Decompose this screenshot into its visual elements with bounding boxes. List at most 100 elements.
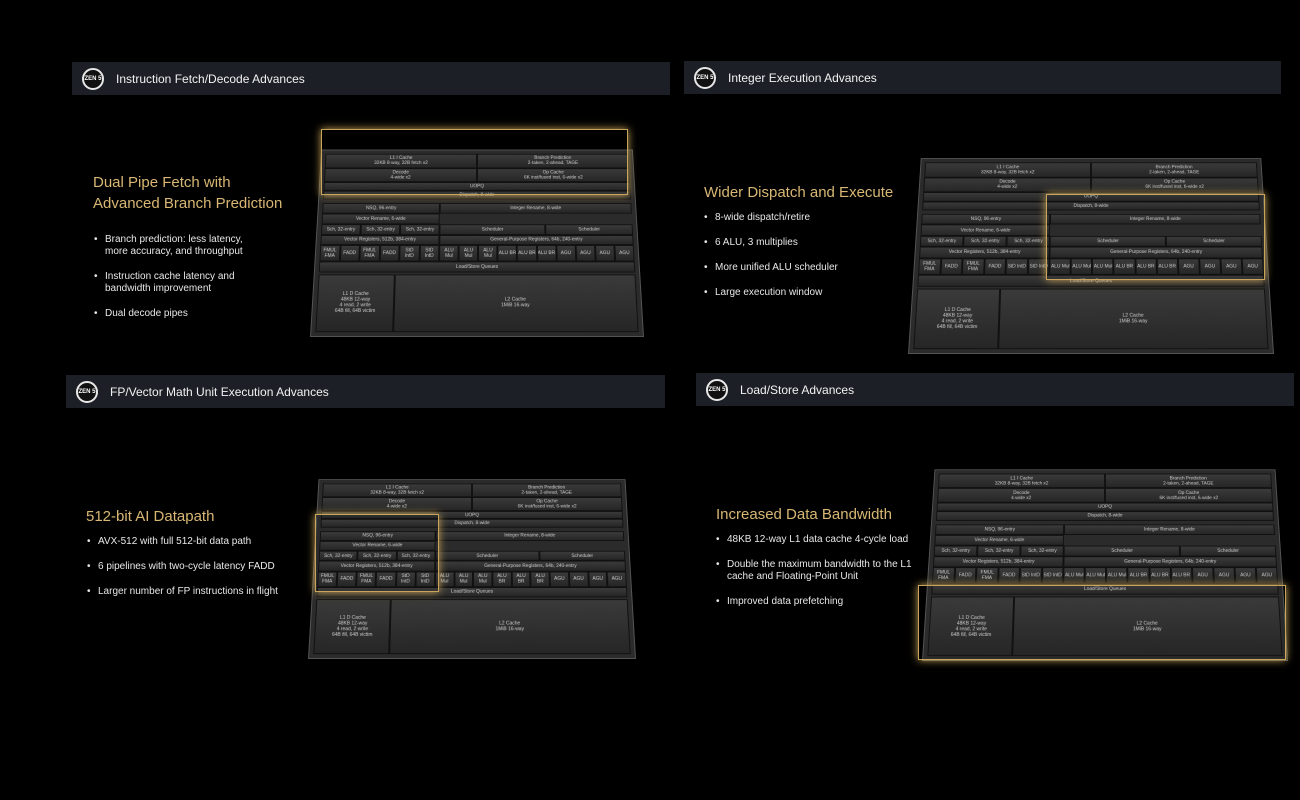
bullet-item: Branch prediction: less latency, more ac… <box>94 234 264 258</box>
block-lsq: Load/Store Queues <box>917 275 1265 287</box>
bullet-item: Improved data prefetching <box>716 596 916 608</box>
block-dispatch: Dispatch, 8-wide <box>935 511 1275 521</box>
fpu-unit: StD IntD <box>1041 567 1064 584</box>
block-dispatch: Dispatch, 8-wide <box>922 201 1260 211</box>
fpu-unit: FADD <box>983 258 1007 276</box>
block-sch2: Sch, 32-entry <box>977 545 1022 557</box>
int-unit: ALU Mul <box>439 245 459 262</box>
panel-title: Integer Execution Advances <box>728 70 877 85</box>
int-unit: ALU BR <box>1113 258 1136 276</box>
block-irename: Integer Rename, 8-wide <box>439 203 632 214</box>
panel-headline: Wider Dispatch and Execute <box>704 182 893 203</box>
block-uopq: UOPQ <box>320 510 624 520</box>
block-sch1: Sch, 32-entry <box>320 224 362 235</box>
fpu-unit: FADD <box>997 567 1021 584</box>
int-unit: ALU Mul <box>434 571 455 587</box>
block-isched2: Scheduler <box>1180 545 1277 557</box>
block-isched1: Scheduler <box>1049 235 1167 247</box>
block-l1d: L1 D Cache 48KB 12-way 4 read, 2 write 6… <box>313 598 392 655</box>
block-irename: Integer Rename, 8-wide <box>1050 213 1261 225</box>
panel-header: ZEN 5 Load/Store Advances <box>696 373 1294 406</box>
headline-line-1: Dual Pipe Fetch with <box>93 174 231 191</box>
panel-header: ZEN 5 Integer Execution Advances <box>684 61 1281 94</box>
int-unit: ALU BR <box>492 571 512 587</box>
fpu-unit: StD IntD <box>1027 258 1050 276</box>
block-vregs: Vector Registers, 512b, 384-entry <box>317 561 436 572</box>
block-sch2: Sch, 32-entry <box>963 235 1008 247</box>
block-lsq: Load/Store Queues <box>931 583 1279 596</box>
bullet-item: Large execution window <box>704 287 904 299</box>
core-diagram: L1 I Cache 32KB 8-way, 32B fetch x2 Branc… <box>922 449 1288 661</box>
bullet-item: Larger number of FP instructions in flig… <box>87 586 307 598</box>
fpu-unit: FMUL FMA <box>961 258 985 276</box>
panel-header: ZEN 5 FP/Vector Math Unit Execution Adva… <box>66 375 665 408</box>
block-bp: Branch Prediction 2-taken, 2-ahead, TAGE <box>472 483 622 498</box>
fpu-unit: StD IntD <box>399 245 420 262</box>
fpu-unit: FADD <box>953 567 977 584</box>
block-sch1: Sch, 32-entry <box>318 550 358 561</box>
headline-line-1: Increased Data Bandwidth <box>716 506 892 523</box>
int-unit: AGU <box>587 571 608 587</box>
core-diagram: L1 I Cache 32KB 8-way, 32B fetch x2 Branc… <box>310 130 644 337</box>
block-sch3: Sch, 32-entry <box>400 224 440 235</box>
int-unit: AGU <box>1191 567 1214 584</box>
int-unit: ALU BR <box>1156 258 1179 276</box>
int-unit: ALU Mul <box>458 245 479 262</box>
core-diagram-body: L1 I Cache 32KB 8-way, 32B fetch x2 Branc… <box>908 158 1274 354</box>
fpu-unit: FMUL FMA <box>317 571 338 587</box>
bullet-item: 8-wide dispatch/retire <box>704 212 904 224</box>
block-decode: Decode 4-wide x2 <box>937 488 1105 503</box>
block-lsq: Load/Store Queues <box>316 586 628 598</box>
int-unit: AGU <box>1241 258 1264 276</box>
block-l2: L2 Cache 1MiB 16-way <box>389 598 631 655</box>
block-uopq: UOPQ <box>323 182 631 192</box>
zen5-logo: ZEN 5 <box>76 380 98 403</box>
fpu-unit: StD IntD <box>395 571 416 587</box>
panel-integer-execution: ZEN 5 Integer Execution Advances Wider D… <box>684 61 1284 371</box>
block-uopq: UOPQ <box>936 502 1274 512</box>
block-sch2: Sch, 32-entry <box>357 550 397 561</box>
core-diagram: L1 I Cache 32KB 8-way, 32B fetch x2 Branc… <box>908 137 1274 354</box>
block-decode: Decode 4-wide x2 <box>923 177 1091 193</box>
block-isched2: Scheduler <box>539 550 626 561</box>
core-diagram: L1 I Cache 32KB 8-way, 32B fetch x2 Branc… <box>308 461 636 659</box>
fpu-unit: FADD <box>336 571 357 587</box>
block-isched1: Scheduler <box>435 550 540 561</box>
block-opcache: Op Cache 6K inst/fused inst, 6-wide x2 <box>472 497 623 511</box>
block-isched2: Scheduler <box>1166 235 1263 247</box>
bullet-item: Instruction cache latency and bandwidth … <box>94 271 264 295</box>
int-unit: ALU Mul <box>1063 567 1086 584</box>
block-dispatch: Dispatch, 8-wide <box>322 191 632 200</box>
block-l1d: L1 D Cache 48KB 12-way 4 read, 2 write 6… <box>927 596 1015 657</box>
panel-headline: 512-bit AI Datapath <box>86 506 214 527</box>
block-vregs: Vector Registers, 512b, 384-entry <box>320 234 440 246</box>
fpu-unit: FMUL FMA <box>918 258 941 276</box>
fpu-unit: StD IntD <box>1019 567 1042 584</box>
bullet-item: 6 pipelines with two-cycle latency FADD <box>87 561 307 573</box>
block-isched1: Scheduler <box>1063 545 1181 557</box>
int-unit: ALU BR <box>1127 567 1150 584</box>
block-vrename: Vector Rename, 6-wide <box>934 534 1065 546</box>
block-sch3: Sch, 32-entry <box>1020 545 1065 557</box>
int-unit: ALU BR <box>1170 567 1193 584</box>
panel-title: FP/Vector Math Unit Execution Advances <box>110 384 329 399</box>
int-unit: ALU BR <box>1149 567 1171 584</box>
block-gprs: General-Purpose Registers, 64b, 240-entr… <box>439 234 634 246</box>
int-unit: ALU Mul <box>478 245 498 262</box>
int-unit: ALU BR <box>536 245 557 262</box>
block-gprs: General-Purpose Registers, 64b, 240-entr… <box>435 561 627 572</box>
block-vregs: Vector Registers, 512b, 384-entry <box>932 556 1064 568</box>
bullet-list: 8-wide dispatch/retire 6 ALU, 3 multipli… <box>704 212 904 312</box>
fpu-unit: FMUL FMA <box>359 245 380 262</box>
int-unit: ALU Mul <box>1084 567 1107 584</box>
block-l1d: L1 D Cache 48KB 12-way 4 read, 2 write 6… <box>913 288 1001 350</box>
fpu-unit: FMUL FMA <box>975 567 999 584</box>
int-unit: ALU Mul <box>1049 258 1072 276</box>
panel-fetch-decode: ZEN 5 Instruction Fetch/Decode Advances … <box>72 62 672 372</box>
int-unit: AGU <box>614 245 635 262</box>
block-nsq: NSQ, 96-entry <box>322 203 440 214</box>
int-unit: ALU Mul <box>454 571 474 587</box>
int-unit: ALU BR <box>517 245 537 262</box>
block-gprs: General-Purpose Registers, 64b, 240-entr… <box>1049 246 1263 259</box>
block-isched1: Scheduler <box>439 224 546 235</box>
